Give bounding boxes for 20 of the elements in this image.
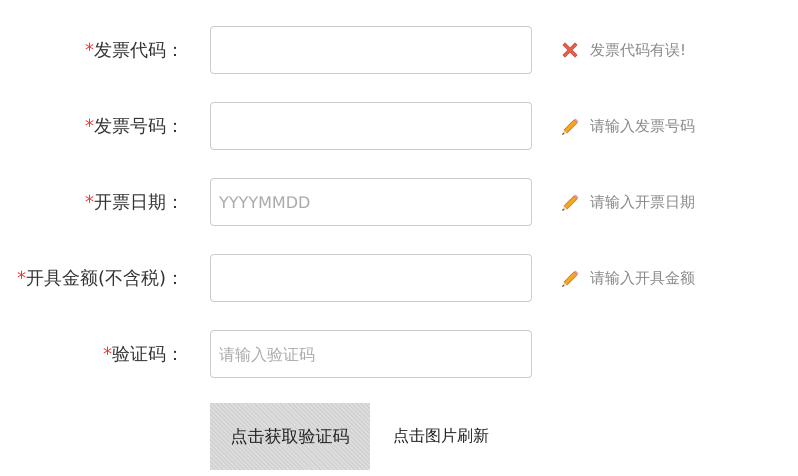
field-label: *开具金额(不含税)： bbox=[16, 267, 185, 290]
hint-text: 请输入开票日期 bbox=[590, 192, 695, 212]
pencil-icon bbox=[560, 116, 580, 136]
input-field[interactable] bbox=[210, 26, 532, 74]
hint-text: 请输入开具金额 bbox=[590, 268, 695, 288]
input-field[interactable]: 请输入验证码 bbox=[210, 330, 532, 378]
field-label: *开票日期： bbox=[84, 191, 185, 214]
captcha-image[interactable]: 点击获取验证码 bbox=[210, 403, 370, 470]
field-label: *验证码： bbox=[102, 343, 185, 366]
input-field[interactable] bbox=[210, 254, 532, 302]
field-label: *发票代码： bbox=[84, 39, 185, 62]
error-icon bbox=[560, 40, 580, 60]
error-message: 发票代码有误! bbox=[590, 40, 686, 60]
field-label: *发票号码： bbox=[84, 115, 185, 138]
pencil-icon bbox=[560, 268, 580, 288]
hint-text: 请输入发票号码 bbox=[590, 116, 695, 136]
pencil-icon bbox=[560, 192, 580, 212]
input-field[interactable]: YYYYMMDD bbox=[210, 178, 532, 226]
refresh-hint: 点击图片刷新 bbox=[393, 426, 489, 447]
input-field[interactable] bbox=[210, 102, 532, 150]
